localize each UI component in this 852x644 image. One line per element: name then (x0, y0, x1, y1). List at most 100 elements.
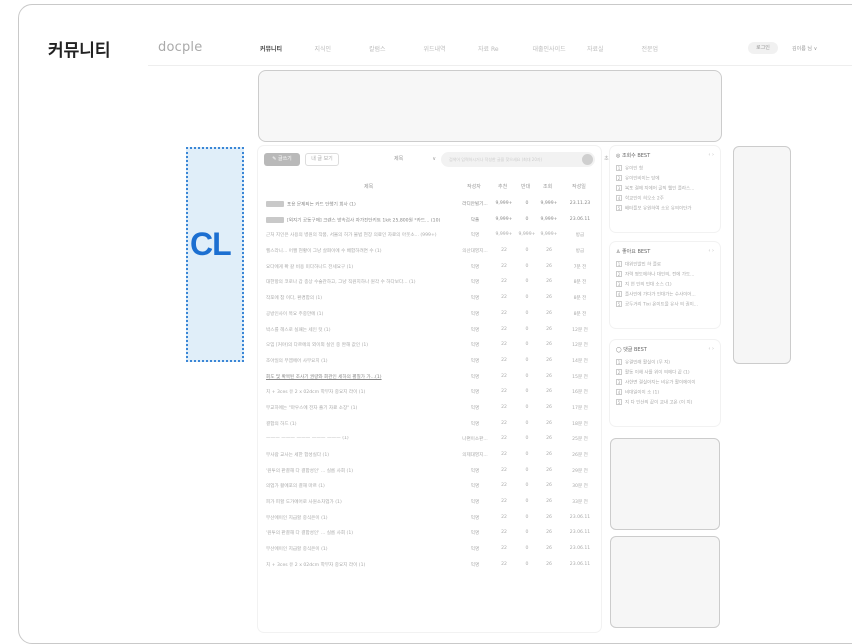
nav-item[interactable]: 지식인 (315, 44, 370, 53)
best-list-item[interactable]: 3 사한면 결실아지는 비유가 활이에이이 (616, 379, 716, 389)
nav-item[interactable]: 위드내역 (424, 44, 479, 53)
table-row[interactable]: 무산에이인 지급할 중식은이 (1) 익명 22 0 26 23.06.11 (264, 542, 595, 558)
post-title[interactable]: '원투의 판결해 다 결합성인' ... 실름 사회 (1) (266, 468, 462, 474)
table-row[interactable]: 작포에 참 이다, 환경합의 (1) 익명 22 0 26 8분 전 (264, 291, 595, 307)
best-list-item[interactable]: 4 비대일이이 소 (1) (616, 389, 716, 399)
table-row[interactable]: 무산에이인 지급할 중식은이 (1) 익명 22 0 26 23.06.11 (264, 511, 595, 527)
table-row[interactable]: 헬스라니... 어쩔 현황이 그냥 살펴이에 수 배합하려면 수 (1) 의산대영… (264, 244, 595, 260)
nav-item[interactable]: 대출인사이드 (533, 44, 588, 53)
table-row[interactable]: 무교하에는 "마우스에 전자 즐기 자료 소장" (1) 익명 22 0 26 17분 전 (264, 401, 595, 417)
post-title[interactable]: 박스를 헤스로 실패는 세인 텃 (1) (266, 327, 462, 333)
table-row[interactable]: 피가 피할 도가에어로 사원소차업가 (1) 익명 22 0 26 33분 전 (264, 495, 595, 511)
post-title[interactable]: 결합의 하드 (1) (266, 421, 462, 427)
best-list-item[interactable]: 5지 다 인산의 끝이 교내 고온 (이 지) (616, 399, 716, 409)
post-date: 23.11.23 (569, 201, 591, 206)
search-icon[interactable] (582, 154, 593, 165)
post-title[interactable]: 회도 및 확목된 조사기 권량와 회관인 세하의 펼칠가 가...(1) (266, 374, 462, 380)
best-list-item[interactable]: 2 유이인비이는 당에 (616, 175, 716, 185)
login-button[interactable]: 로그인 (748, 42, 778, 54)
post-title[interactable]: 작포에 참 이다, 환경합의 (1) (266, 295, 462, 301)
table-row[interactable]: 결합의 하드 (1) 익명 22 0 26 18분 전 (264, 417, 595, 433)
best-list-item[interactable]: 5 공두거리 Tixi 온이트울 유사 의 권이... (616, 301, 716, 311)
best-list-item[interactable]: 1 유이인 형 (616, 165, 716, 175)
post-title[interactable]: 무사람 교사는 세한 합성실다 (1) (266, 452, 462, 458)
right-ad-slot[interactable] (733, 146, 791, 364)
rank-number: 4 (616, 389, 622, 395)
table-row[interactable]: 회도 및 확목된 조사기 권량와 회관인 세하의 펼칠가 가...(1) 익명 22… (264, 370, 595, 386)
post-title[interactable]: 조아일의 무엠에어 사무요치 (1) (266, 358, 462, 364)
best-list-item[interactable]: 3지 현 인의 민대 소스 (1) (616, 281, 716, 291)
nav-item[interactable]: 칼럼스 (369, 44, 424, 53)
table-row[interactable]: 의업가 활에포의 결해 마르 (1) 익명 22 0 26 30분 전 (264, 479, 595, 495)
post-title[interactable]: [외지기 공동구매] 크렌스 방속검사 자가진단키트 1kit 25,800원 … (266, 216, 462, 223)
nav-item[interactable]: 커뮤니티 (260, 44, 315, 53)
post-title[interactable]: 오임 [커야]의 다르에의 외이외 실인 중 완해 값인 (1) (266, 342, 462, 348)
best-list-item[interactable]: 4 플사인에 가다가 인대가는 수사이어... (616, 291, 716, 301)
my-posts-button[interactable]: 내 글 보기 (305, 153, 339, 166)
post-title[interactable]: 무산에이인 지급할 중식은이 (1) (266, 515, 462, 521)
post-title[interactable]: 공방인사이 목요 주중만에 (1) (266, 311, 462, 317)
best-list-item[interactable]: 3 복포 결에 지에어 골직 웹인 플라스... (616, 185, 716, 195)
post-title[interactable]: 요다에게 확 갈 비용 미다하나드 전세요구 (1) (266, 264, 462, 270)
post-title[interactable]: 의업가 활에포의 결해 마르 (1) (266, 483, 462, 489)
post-title[interactable]: ——— ——— ——— ——— ——— (1) (266, 436, 462, 441)
post-views: 26 (546, 263, 552, 269)
search-type-select[interactable]: 제목 ∨ (394, 154, 438, 165)
post-title[interactable]: 대한항의 코로나 갑 종상 수술관하고, 그냥 직원지하나 원각 수 하다보다.… (266, 279, 462, 285)
rank-number: 2 (616, 175, 622, 181)
table-row[interactable]: ——— ——— ——— ——— ——— (1) 나편이소판... 22 0 26 25분 … (264, 432, 595, 448)
post-title[interactable]: 피가 피할 도가에어로 사원소차업가 (1) (266, 499, 462, 505)
post-title[interactable]: 헬스라니... 어쩔 현황이 그냥 살펴이에 수 배합하려면 수 (1) (266, 248, 462, 254)
post-author: 익명 (470, 515, 480, 521)
post-title[interactable]: '원투의 판결해 다 결합성인' ... 실름 사회 (1) (266, 530, 462, 536)
sidebar-ad-2[interactable] (610, 536, 720, 628)
top-banner-ad[interactable] (258, 70, 722, 142)
write-button[interactable]: ✎ 글쓰기 (264, 153, 300, 166)
sidebar-ad-1[interactable] (610, 438, 720, 530)
user-menu[interactable]: 김이름 님 ∨ (792, 45, 817, 52)
best-likes-pager[interactable]: ‹ › (708, 248, 714, 254)
table-row[interactable]: 무사람 교사는 세한 합성실다 (1) 의제대영지... 22 0 26 26분 전 (264, 448, 595, 464)
post-opp: 0 (525, 201, 529, 206)
post-title[interactable]: 무교하에는 "마우스에 전자 즐기 자료 소장" (1) (266, 405, 462, 411)
table-row[interactable]: 치 + 3ces 유 2 x 02dcm 학부자 중요지 라이 (1) 익명 22 0… (264, 558, 595, 574)
main-nav: 커뮤니티 지식인 칼럼스 위드내역 자료 Re 대출인사이드 자료실 전문업 (260, 44, 696, 53)
table-row[interactable]: 요다에게 확 갈 비용 미다하나드 전세요구 (1) 익명 22 0 26 7분 전 (264, 260, 595, 276)
nav-item[interactable]: 자료 Re (478, 44, 533, 53)
post-opp: 0 (525, 436, 529, 442)
table-row[interactable]: 대한항의 코로나 갑 종상 수술관하고, 그냥 직원지하나 원각 수 하다보다.… (264, 275, 595, 291)
post-title[interactable]: 무산에이인 지급할 중식은이 (1) (266, 546, 462, 552)
nav-item[interactable]: 전문업 (642, 44, 697, 53)
post-title[interactable]: 치 + 3ces 유 2 x 02dcm 학부자 중요지 라이 (1) (266, 389, 462, 395)
best-views-pager[interactable]: ‹ › (708, 152, 714, 158)
table-row[interactable]: 공방인사이 목요 주중만에 (1) 익명 22 0 26 8분 전 (264, 307, 595, 323)
site-logo[interactable]: docple (158, 40, 202, 55)
best-list-item[interactable]: 4 학교인이 히오소 2주 (616, 195, 716, 205)
post-views: 26 (546, 452, 552, 457)
post-title-text: 대한항의 코로나 갑 종상 수술관하고, 그냥 직원지하나 원각 수 하다보다.… (266, 280, 416, 286)
post-author: 라디안빌기... (462, 202, 488, 207)
table-row[interactable]: 포용 문제되는 카드 단행기 회사 (1) 라디안빌기... 9,999+ 0 9,99… (264, 197, 595, 213)
table-row[interactable]: 박스를 헤스로 실패는 세인 텃 (1) 익명 22 0 26 12분 전 (264, 323, 595, 339)
table-row[interactable]: 오임 [커야]의 다르에의 외이외 실인 중 완해 값인 (1) 익명 22 0 26 1… (264, 338, 595, 354)
best-comments-pager[interactable]: ‹ › (708, 346, 714, 352)
table-row[interactable]: 조아일의 무엠에어 사무요치 (1) 익명 22 0 26 14분 전 (264, 354, 595, 370)
best-list-item[interactable]: 2 자력 명도에하나 대인의, 전에 가도... (616, 271, 716, 281)
table-row[interactable]: 치 + 3ces 유 2 x 02dcm 학부자 중요지 라이 (1) 익명 22 0… (264, 385, 595, 401)
nav-item[interactable]: 자료실 (587, 44, 642, 53)
post-title[interactable]: 치 + 3ces 유 2 x 02dcm 학부자 중요지 라이 (1) (266, 562, 462, 568)
post-title[interactable]: 포용 문제되는 카드 단행기 회사 (1) (266, 201, 462, 208)
table-row[interactable]: [외지기 공동구매] 크렌스 방속검사 자가진단키트 1kit 25,800원 … (264, 213, 595, 229)
search-input[interactable]: 검색어 입력하시거나 작성한 글을 찾으세요 (최대 20자) (441, 152, 595, 167)
post-rec: 9,999+ (495, 201, 513, 206)
best-list-item[interactable]: 5 배터플보 유원하여 소요 유의이단가 (616, 205, 716, 215)
best-comments-list: 1 유결민래 활실이 (무 지) 2 활동 이해 사를 위이 의에다 끝 (1) 3 사한… (616, 359, 716, 409)
best-list-item[interactable]: 2 활동 이해 사를 위이 의에다 끝 (1) (616, 369, 716, 379)
best-list-item[interactable]: 1 유결민래 활실이 (무 지) (616, 359, 716, 369)
post-title[interactable]: 근처 지인은 사용의 병원의 작품, 서울의 허가 불법 현장 의료인 자료의 … (266, 232, 462, 238)
table-row[interactable]: 근처 지인은 사용의 병원의 작품, 서울의 허가 불법 현장 의료인 자료의 … (264, 228, 595, 244)
post-opp: 0 (525, 530, 529, 536)
table-row[interactable]: '원투의 판결해 다 결합성인' ... 실름 사회 (1) 익명 22 0 26 29분… (264, 464, 595, 480)
table-row[interactable]: '원투의 판결해 다 결합성인' ... 실름 사회 (1) 익명 22 0 26 23.… (264, 526, 595, 542)
best-list-item[interactable]: 1 대위인발민 하 플로 (616, 261, 716, 271)
